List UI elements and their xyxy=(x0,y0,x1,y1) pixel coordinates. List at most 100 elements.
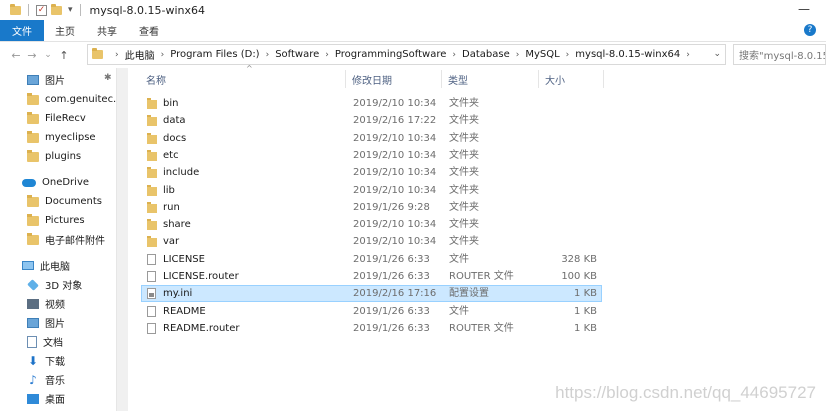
breadcrumb-current-folder[interactable]: mysql-8.0.15-winx64 xyxy=(575,49,680,60)
breadcrumb-separator[interactable]: › xyxy=(566,50,570,60)
sidebar-item-myeclipse[interactable]: myeclipse xyxy=(27,128,96,147)
file-row[interactable]: LICENSE 2019/1/26 6:33 文件 328 KB xyxy=(141,251,602,268)
properties-checkbox-icon[interactable]: ✓ xyxy=(36,4,47,16)
file-name-cell: share xyxy=(147,217,191,232)
sidebar-item-label: 图片 xyxy=(45,319,65,330)
sidebar-item-music[interactable]: ♪ 音乐 xyxy=(27,370,65,389)
breadcrumb-software[interactable]: Software xyxy=(275,49,319,60)
sidebar-item-label: Pictures xyxy=(45,215,85,226)
sidebar-item-pictures[interactable]: Pictures xyxy=(27,211,85,230)
breadcrumb-separator[interactable]: › xyxy=(266,50,270,60)
sidebar-item-onedrive[interactable]: OneDrive xyxy=(22,173,89,192)
sidebar-item-email-attachments[interactable]: 电子邮件附件 xyxy=(27,230,105,249)
music-icon: ♪ xyxy=(29,372,37,387)
tab-home[interactable]: 主页 xyxy=(44,20,86,41)
file-row[interactable]: my.ini 2019/2/16 17:16 配置设置 1 KB xyxy=(141,285,602,303)
sidebar-scrollbar[interactable] xyxy=(116,68,128,411)
tab-share[interactable]: 共享 xyxy=(86,20,128,41)
file-type: 文件夹 xyxy=(449,201,479,213)
column-header-size[interactable]: 大小 xyxy=(545,70,565,88)
column-divider[interactable] xyxy=(603,70,604,88)
breadcrumb-separator[interactable]: › xyxy=(161,50,165,60)
customize-toolbar-dropdown[interactable]: ▾ xyxy=(68,5,73,15)
pin-icon: ✱ xyxy=(104,73,112,83)
sidebar-item-label: 桌面 xyxy=(45,395,65,406)
sidebar-item-com-genuitec[interactable]: com.genuitec.eclipse xyxy=(27,90,116,109)
sidebar-item-pictures-pinned[interactable]: 图片 xyxy=(27,70,65,89)
breadcrumb-programmingsoftware[interactable]: ProgrammingSoftware xyxy=(335,49,446,60)
minimize-button[interactable]: — xyxy=(794,2,814,16)
breadcrumb-separator[interactable]: › xyxy=(686,50,690,60)
file-row[interactable]: bin 2019/2/10 10:34 文件夹 xyxy=(141,95,602,112)
up-button[interactable]: ↑ xyxy=(56,49,72,62)
sidebar-item-pc-documents[interactable]: 文档 xyxy=(27,332,63,351)
forward-button[interactable]: → xyxy=(24,49,40,62)
file-name: etc xyxy=(163,149,179,161)
breadcrumb-drive[interactable]: Program Files (D:) xyxy=(170,49,259,60)
folder-icon xyxy=(147,219,157,231)
tab-file[interactable]: 文件 xyxy=(0,20,44,41)
sidebar-item-label: 音乐 xyxy=(45,376,65,387)
breadcrumb-database[interactable]: Database xyxy=(462,49,510,60)
sidebar-item-plugins[interactable]: plugins xyxy=(27,147,81,166)
file-type: 文件夹 xyxy=(449,149,479,161)
file-name-cell: etc xyxy=(147,148,179,163)
column-divider[interactable] xyxy=(538,70,539,88)
breadcrumb-mysql[interactable]: MySQL xyxy=(525,49,559,60)
file-row[interactable]: lib 2019/2/10 10:34 文件夹 xyxy=(141,182,602,199)
folder-icon xyxy=(27,232,39,245)
breadcrumb-separator[interactable]: › xyxy=(325,50,329,60)
video-icon xyxy=(27,298,39,309)
sidebar-item-filerecv[interactable]: FileRecv xyxy=(27,109,86,128)
column-header-type[interactable]: 类型 xyxy=(448,70,468,88)
sidebar-item-desktop[interactable]: 桌面 xyxy=(27,389,65,408)
navigation-pane: 图片 ✱ com.genuitec.eclipse FileRecv myecl… xyxy=(0,68,116,411)
column-header-date[interactable]: 修改日期 xyxy=(352,70,392,88)
column-header-name[interactable]: 名称 xyxy=(146,70,166,88)
navigation-bar: ← → ⌄ ↑ › 此电脑 › Program Files (D:) › Sof… xyxy=(0,43,826,67)
sidebar-item-label: 3D 对象 xyxy=(45,281,83,292)
tab-view[interactable]: 查看 xyxy=(128,20,170,41)
file-row[interactable]: LICENSE.router 2019/1/26 6:33 ROUTER 文件 100… xyxy=(141,268,602,285)
sidebar-item-this-pc[interactable]: 此电脑 xyxy=(22,256,70,275)
back-button[interactable]: ← xyxy=(8,49,24,62)
file-name: LICENSE xyxy=(163,253,205,265)
file-row[interactable]: README.router 2019/1/26 6:33 ROUTER 文件 1 KB xyxy=(141,320,602,337)
breadcrumb-separator[interactable]: › xyxy=(516,50,520,60)
breadcrumb-separator[interactable]: › xyxy=(452,50,456,60)
sidebar-item-videos[interactable]: 视频 xyxy=(27,294,65,313)
file-type: 文件 xyxy=(449,253,469,265)
file-date: 2019/2/10 10:34 xyxy=(353,167,437,179)
file-date: 2019/2/16 17:16 xyxy=(353,288,437,300)
breadcrumb-this-pc[interactable]: 此电脑 xyxy=(125,47,155,62)
file-row[interactable]: var 2019/2/10 10:34 文件夹 xyxy=(141,233,602,250)
column-divider[interactable] xyxy=(441,70,442,88)
folder-icon xyxy=(147,236,157,248)
file-row[interactable]: data 2019/2/16 17:22 文件夹 xyxy=(141,112,602,129)
file-row[interactable]: run 2019/1/26 9:28 文件夹 xyxy=(141,199,602,216)
sidebar-item-pc-pictures[interactable]: 图片 xyxy=(27,313,65,332)
recent-locations-button[interactable]: ⌄ xyxy=(40,50,56,60)
folder-icon xyxy=(147,149,157,161)
file-row[interactable]: etc 2019/2/10 10:34 文件夹 xyxy=(141,147,602,164)
file-name: docs xyxy=(163,132,187,144)
pictures-icon xyxy=(27,317,39,328)
column-divider[interactable] xyxy=(345,70,346,88)
sidebar-item-documents[interactable]: Documents xyxy=(27,192,102,211)
file-date: 2019/1/26 6:33 xyxy=(353,305,430,317)
new-folder-icon[interactable] xyxy=(51,3,62,15)
folder-icon xyxy=(147,201,157,213)
address-bar[interactable]: › 此电脑 › Program Files (D:) › Software › … xyxy=(87,44,726,65)
file-row[interactable]: share 2019/2/10 10:34 文件夹 xyxy=(141,216,602,233)
file-row[interactable]: docs 2019/2/10 10:34 文件夹 xyxy=(141,130,602,147)
sidebar-item-downloads[interactable]: ⬇ 下载 xyxy=(27,351,65,370)
download-icon: ⬇ xyxy=(27,353,39,368)
help-icon[interactable]: ? xyxy=(804,24,816,36)
breadcrumb-separator[interactable]: › xyxy=(115,50,119,60)
file-type: 文件 xyxy=(449,305,469,317)
file-row[interactable]: include 2019/2/10 10:34 文件夹 xyxy=(141,164,602,181)
address-dropdown[interactable]: ⌄ xyxy=(713,49,721,59)
search-input[interactable]: 搜索"mysql-8.0.15-winx64" xyxy=(733,44,826,65)
sidebar-item-3d-objects[interactable]: 3D 对象 xyxy=(27,275,82,294)
file-row[interactable]: README 2019/1/26 6:33 文件 1 KB xyxy=(141,303,602,320)
